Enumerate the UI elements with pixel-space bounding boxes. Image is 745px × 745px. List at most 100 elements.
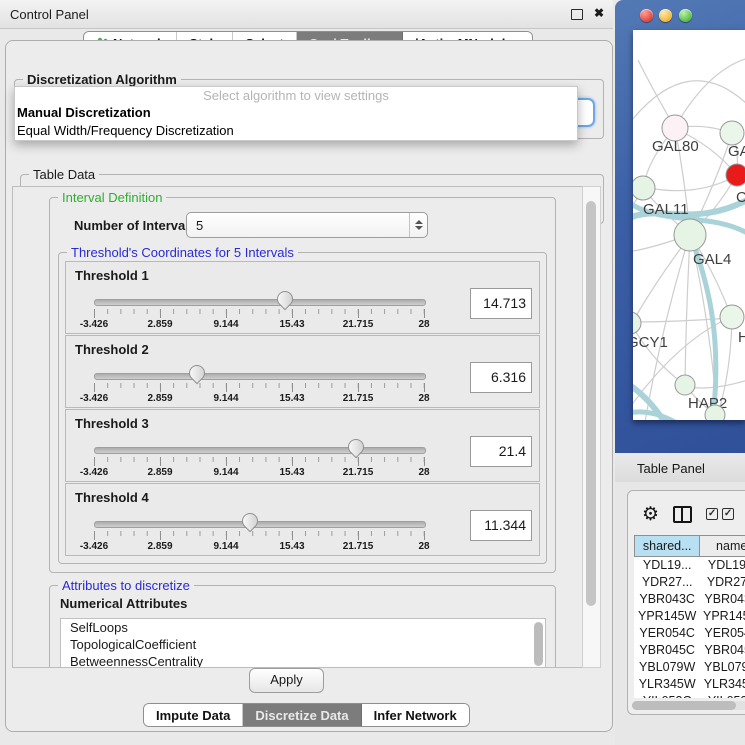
algorithm-option[interactable]: Equal Width/Frequency Discretization — [15, 122, 577, 140]
combo-stepper-icon[interactable] — [409, 213, 427, 237]
network-edge[interactable] — [685, 237, 690, 384]
tick-label: 15.43 — [279, 393, 304, 404]
cell-shared-name: YIL053C — [634, 693, 700, 698]
tab-label: Discretize Data — [255, 708, 348, 723]
slider-track[interactable] — [94, 299, 426, 306]
table-row[interactable]: YDR27...YDR27... — [634, 574, 745, 591]
table-panel-title: Table Panel — [637, 461, 705, 476]
attribute-item[interactable]: BetweennessCentrality — [61, 653, 545, 668]
checkbox-icon[interactable]: ✓ — [722, 508, 734, 520]
threshold-box: Threshold 1-3.4262.8599.14415.4321.71528… — [65, 261, 540, 334]
network-edge[interactable] — [675, 58, 745, 127]
slider-track[interactable] — [94, 521, 426, 528]
table-row[interactable]: YDL19...YDL19... — [634, 557, 745, 574]
algorithm-group-label: Discretization Algorithm — [23, 72, 181, 87]
network-canvas[interactable]: GAL80GACGAL11GAL4GCY1HHAP2 — [633, 30, 745, 420]
network-edge[interactable] — [633, 81, 745, 125]
tab-label: Impute Data — [156, 708, 230, 723]
algorithm-option[interactable]: Manual Discretization — [15, 104, 577, 122]
attributes-listbox[interactable]: SelfLoopsTopologicalCoefficientBetweenne… — [60, 618, 546, 668]
split-columns-icon[interactable] — [673, 506, 692, 523]
minimize-traffic-light-icon[interactable] — [659, 9, 672, 22]
interval-definition-groupbox: Interval Definition Number of Intervals … — [49, 197, 556, 573]
tick-label: 21.715 — [343, 319, 374, 330]
network-node-hap2[interactable] — [675, 375, 695, 395]
tick-label: 2.859 — [147, 393, 172, 404]
numerical-attributes-label: Numerical Attributes — [60, 596, 187, 611]
attribute-item[interactable]: TopologicalCoefficient — [61, 636, 545, 653]
slider-ticks — [94, 383, 425, 392]
table-hscrollbar-track[interactable] — [632, 701, 745, 710]
node-label: GAL11 — [643, 201, 689, 218]
network-node-gcy1[interactable] — [633, 312, 641, 334]
threshold-value-field[interactable]: 11.344 — [470, 510, 532, 541]
tick-label: 21.715 — [343, 541, 374, 552]
checkbox-icon[interactable]: ✓ — [706, 508, 718, 520]
table-row[interactable]: YLR345WYLR345W — [634, 676, 745, 693]
slider-thumb[interactable] — [344, 436, 367, 459]
slider-track[interactable] — [94, 447, 426, 454]
settings-scrollbar-thumb[interactable] — [586, 201, 596, 606]
network-edge[interactable] — [633, 318, 731, 322]
tick-label: -3.426 — [80, 467, 108, 478]
table-panel-titlebar: Table Panel — [615, 453, 745, 483]
cell-name: YIL053C — [700, 693, 745, 698]
tick-label: 15.43 — [279, 467, 304, 478]
tick-label: 9.144 — [213, 319, 238, 330]
float-window-icon[interactable] — [571, 9, 583, 20]
popup-header: Select algorithm to view settings — [15, 87, 577, 104]
node-table[interactable]: shared... name YDL19...YDL19...YDR27...Y… — [634, 535, 745, 698]
cell-name: YBR043C — [700, 591, 745, 608]
network-edge[interactable] — [644, 176, 736, 191]
table-row[interactable]: YIL053CYIL053C — [634, 693, 745, 698]
table-hscrollbar-thumb[interactable] — [632, 701, 736, 710]
cell-shared-name: YER054C — [634, 625, 700, 642]
slider-thumb[interactable] — [239, 510, 262, 533]
slider-track[interactable] — [94, 373, 426, 380]
settings-scrollbar-track[interactable] — [582, 186, 601, 668]
threshold-box: Threshold 4-3.4262.8599.14415.4321.71528… — [65, 483, 540, 556]
cell-name: YER054C — [700, 625, 745, 642]
network-node-ga[interactable] — [720, 121, 744, 145]
bottom-tab-bar: Impute Data Discretize Data Infer Network — [143, 703, 470, 727]
tick-label: -3.426 — [80, 541, 108, 552]
network-node-c[interactable] — [726, 164, 745, 186]
table-row[interactable]: YBR045CYBR045C — [634, 642, 745, 659]
close-icon[interactable]: ✖ — [594, 6, 604, 20]
tab-impute-data[interactable]: Impute Data — [144, 704, 243, 726]
attribute-item[interactable]: SelfLoops — [61, 619, 545, 636]
column-header-shared-name[interactable]: shared... — [634, 535, 700, 557]
interval-definition-label: Interval Definition — [58, 190, 166, 205]
node-label: GAL80 — [652, 138, 699, 155]
tick-label: 28 — [418, 467, 429, 478]
network-node-gal4[interactable] — [674, 219, 706, 251]
close-traffic-light-icon[interactable] — [640, 9, 653, 22]
threshold-value-field[interactable]: 21.4 — [470, 436, 532, 467]
column-header-name[interactable]: name — [700, 535, 745, 557]
slider-thumb[interactable] — [186, 362, 209, 385]
table-row[interactable]: YER054CYER054C — [634, 625, 745, 642]
cell-shared-name: YBL079W — [634, 659, 700, 676]
threshold-value-field[interactable]: 14.713 — [470, 288, 532, 319]
threshold-box: Threshold 2-3.4262.8599.14415.4321.71528… — [65, 335, 540, 408]
settings-scroll-viewport: Interval Definition Number of Intervals … — [12, 186, 583, 668]
table-row[interactable]: YBR043CYBR043C — [634, 591, 745, 608]
attributes-scrollbar[interactable] — [534, 622, 543, 666]
network-node-h[interactable] — [720, 305, 744, 329]
cell-name: YPR145W — [700, 608, 745, 625]
table-row[interactable]: YBL079WYBL079W — [634, 659, 745, 676]
tab-infer-network[interactable]: Infer Network — [362, 704, 469, 726]
table-row[interactable]: YPR145WYPR145W — [634, 608, 745, 625]
tab-discretize-data[interactable]: Discretize Data — [243, 704, 361, 726]
num-intervals-combobox[interactable]: 5 — [186, 212, 428, 238]
apply-button[interactable]: Apply — [249, 668, 324, 693]
network-node[interactable] — [705, 405, 725, 420]
network-node-gal11[interactable] — [633, 176, 655, 200]
cyni-toolbox-panel: Discretization Algorithm Select algorith… — [5, 40, 613, 732]
threshold-value-field[interactable]: 6.316 — [470, 362, 532, 393]
zoom-traffic-light-icon[interactable] — [679, 9, 692, 22]
slider-thumb[interactable] — [274, 288, 297, 311]
attributes-groupbox: Attributes to discretize Numerical Attri… — [49, 585, 556, 668]
tick-label: 21.715 — [343, 467, 374, 478]
gear-icon[interactable]: ⚙ — [642, 505, 659, 524]
